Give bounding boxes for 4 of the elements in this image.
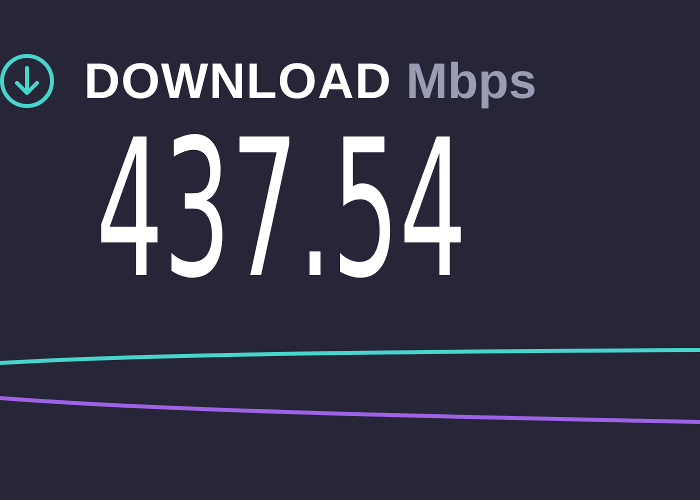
unit-label: Mbps xyxy=(406,52,536,110)
speed-value: 437.54 xyxy=(96,115,467,305)
download-label: DOWNLOAD xyxy=(84,52,392,110)
download-icon xyxy=(0,52,56,110)
